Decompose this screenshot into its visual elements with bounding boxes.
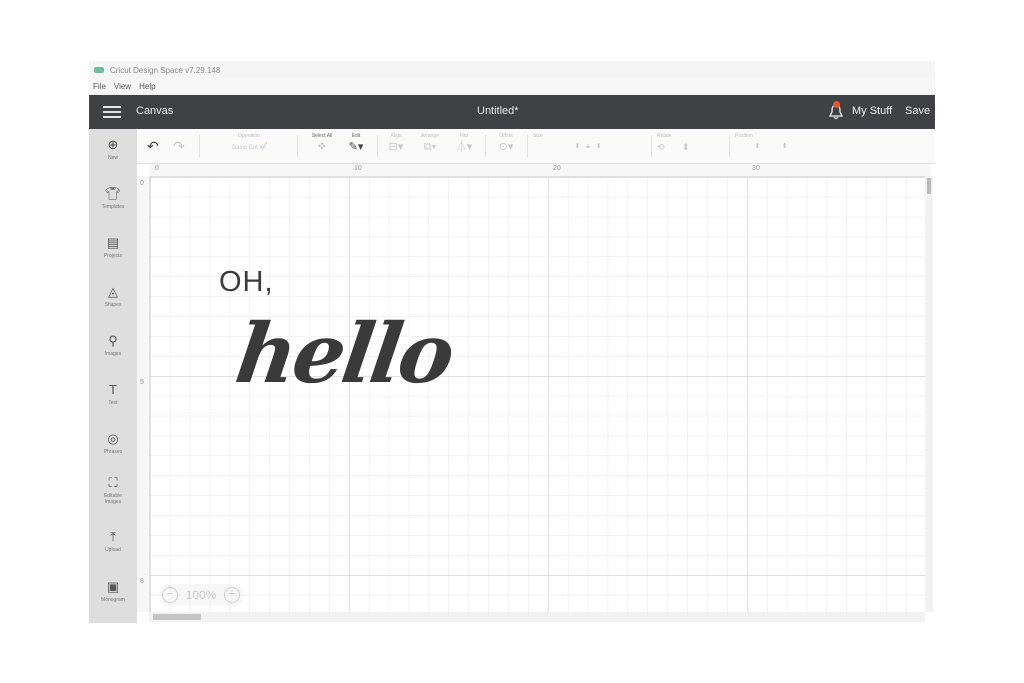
toolbar-divider bbox=[377, 135, 378, 157]
design-canvas[interactable]: 0 10 20 30 0 5 8 OH, hello − 100% + bbox=[137, 164, 935, 623]
my-stuff-link[interactable]: My Stuff bbox=[852, 105, 892, 117]
sidebar-item-new[interactable]: ⊕ New bbox=[89, 137, 137, 161]
upload-icon: ⤒ bbox=[110, 529, 116, 544]
sidebar-item-upload[interactable]: ⤒ Upload bbox=[89, 529, 137, 553]
pen-color-icon: ⁄ bbox=[264, 141, 266, 152]
speech-icon: ◎ bbox=[107, 431, 119, 446]
monogram-icon: ▣ bbox=[106, 579, 120, 594]
section-title: Canvas bbox=[136, 105, 174, 117]
offset-icon: ⊙▾ bbox=[498, 141, 514, 153]
zoom-control: − 100% + bbox=[159, 584, 243, 606]
edit-button[interactable]: Edit ✎▾ bbox=[343, 133, 369, 154]
arrange-button[interactable]: Arrange ⧉▾ bbox=[415, 133, 445, 154]
redo-icon[interactable]: ↷ bbox=[173, 138, 185, 155]
notification-bell-icon[interactable] bbox=[828, 101, 844, 121]
zoom-in-button[interactable]: + bbox=[223, 587, 240, 603]
operation-select[interactable]: Operation Basic Cut ▾ ⁄ bbox=[209, 133, 289, 155]
toolbar-divider bbox=[199, 135, 200, 157]
canvas-text-hello[interactable]: hello bbox=[230, 306, 457, 402]
arrange-icon: ⧉▾ bbox=[423, 141, 437, 153]
offset-button[interactable]: Offset ⊙▾ bbox=[491, 133, 521, 154]
lightbulb-icon: ⚲ bbox=[108, 333, 118, 348]
size-lock-icon: ⬍ 🔒︎ ⬍ bbox=[574, 143, 602, 150]
vertical-scrollbar[interactable] bbox=[925, 176, 933, 612]
sidebar-item-shapes[interactable]: ◬ Shapes bbox=[89, 284, 137, 308]
canvas-text-oh[interactable]: OH, bbox=[219, 266, 274, 299]
rotate-icon: ⟲ ⬍ bbox=[657, 142, 690, 152]
clipboard-icon: ▤ bbox=[106, 235, 120, 250]
horizontal-scroll-thumb[interactable] bbox=[153, 614, 201, 620]
shapes-icon: ◬ bbox=[108, 284, 118, 299]
toolbar-divider bbox=[527, 135, 528, 157]
horizontal-scrollbar[interactable] bbox=[149, 612, 925, 622]
size-fields[interactable]: Size ⬍ 🔒︎ ⬍ bbox=[533, 133, 643, 154]
select-all-button[interactable]: Select All ⁘ bbox=[305, 133, 339, 154]
cricut-app-window: Cricut Design Space v7.29.148 File View … bbox=[89, 61, 935, 623]
position-fields[interactable]: Position ⬍ ⬍ bbox=[735, 133, 845, 154]
top-ruler: 0 10 20 30 bbox=[149, 164, 931, 177]
sidebar-item-projects[interactable]: ▤ Projects bbox=[89, 235, 137, 259]
window-title: Cricut Design Space v7.29.148 bbox=[110, 65, 221, 75]
undo-icon[interactable]: ↶ bbox=[147, 138, 159, 155]
menu-view[interactable]: View bbox=[114, 82, 131, 91]
notification-badge bbox=[833, 101, 840, 108]
app-logo-icon bbox=[94, 67, 104, 73]
pencil-icon: ✎▾ bbox=[348, 141, 364, 153]
toolbar-divider bbox=[297, 135, 298, 157]
position-stepper-icon: ⬍ ⬍ bbox=[735, 143, 788, 150]
editable-image-icon: ⛶ bbox=[108, 475, 118, 490]
menu-file[interactable]: File bbox=[93, 82, 106, 91]
toolbar-divider bbox=[651, 135, 652, 157]
menu-help[interactable]: Help bbox=[139, 82, 155, 91]
zoom-out-button[interactable]: − bbox=[162, 587, 178, 603]
flip-button[interactable]: Flip ⏃▾ bbox=[451, 133, 477, 154]
hamburger-menu-icon[interactable] bbox=[103, 106, 121, 118]
toolbar-divider bbox=[485, 135, 486, 157]
rotate-field[interactable]: Rotate ⟲ ⬍ bbox=[657, 133, 721, 154]
edit-toolbar: ↶ ↷ Operation Basic Cut ▾ ⁄ Select All ⁘… bbox=[137, 129, 935, 164]
zoom-level: 100% bbox=[185, 588, 217, 602]
vertical-scroll-thumb[interactable] bbox=[927, 178, 931, 194]
select-all-icon: ⁘ bbox=[317, 141, 327, 153]
align-icon: ⊟▾ bbox=[388, 141, 404, 153]
left-ruler: 0 5 8 bbox=[137, 176, 150, 612]
shirt-icon: 👕︎ bbox=[104, 186, 122, 201]
flip-icon: ⏃▾ bbox=[455, 141, 473, 153]
sidebar-item-templates[interactable]: 👕︎ Templates bbox=[89, 186, 137, 210]
menu-bar: File View Help bbox=[89, 79, 935, 93]
toolbar-divider bbox=[729, 135, 730, 157]
plus-circle-icon: ⊕ bbox=[107, 137, 119, 152]
window-titlebar: Cricut Design Space v7.29.148 bbox=[89, 61, 935, 79]
sidebar-item-editable-images[interactable]: ⛶ Editable Images bbox=[89, 475, 137, 505]
left-sidebar: ⊕ New 👕︎ Templates ▤ Projects ◬ Shapes ⚲… bbox=[89, 129, 137, 623]
document-title[interactable]: Untitled* bbox=[477, 105, 519, 117]
text-icon: T bbox=[109, 382, 117, 397]
sidebar-item-images[interactable]: ⚲ Images bbox=[89, 333, 137, 357]
align-button[interactable]: Align ⊟▾ bbox=[383, 133, 409, 154]
sidebar-item-monogram[interactable]: ▣ Monogram bbox=[89, 579, 137, 603]
header-bar: Canvas Untitled* My Stuff Save bbox=[89, 95, 935, 129]
sidebar-item-phrases[interactable]: ◎ Phrases bbox=[89, 431, 137, 455]
sidebar-item-text[interactable]: T Text bbox=[89, 382, 137, 406]
save-button[interactable]: Save bbox=[905, 105, 930, 117]
